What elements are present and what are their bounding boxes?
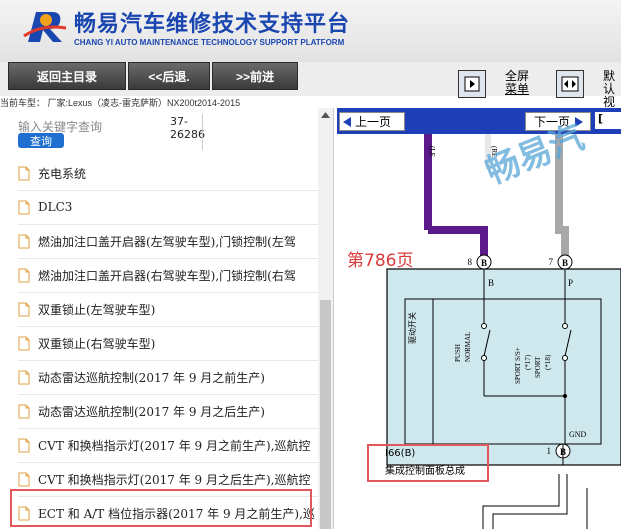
- header-bar: 畅易汽车维修技术支持平台 CHANG YI AUTO MAINTENANCE T…: [0, 0, 621, 62]
- svg-text:NORMAL: NORMAL: [464, 332, 472, 362]
- back-button[interactable]: <<后退.: [128, 62, 210, 90]
- wire-color-left: B: [488, 278, 494, 288]
- document-icon: [18, 472, 30, 486]
- pin-left: 8: [468, 257, 473, 267]
- fullscreen-icon: [464, 76, 480, 92]
- document-icon: [18, 268, 30, 282]
- divider: [202, 114, 203, 150]
- svg-text:PUSH: PUSH: [454, 344, 462, 362]
- document-icon: [18, 336, 30, 350]
- list-item[interactable]: DLC3: [18, 190, 318, 225]
- pin-bottom: 1: [547, 446, 552, 456]
- list-item[interactable]: 双重锁止(左驾驶车型): [18, 292, 318, 327]
- list-item-label: CVT 和换档指示灯(2017 年 9 月之前生产),巡航控: [38, 438, 311, 453]
- document-icon: [18, 234, 30, 248]
- list-item-label: 双重锁止(左驾驶车型): [38, 302, 156, 317]
- svg-text:(*17): (*17): [524, 354, 532, 370]
- site-subtitle: CHANG YI AUTO MAINTENANCE TECHNOLOGY SUP…: [74, 38, 345, 47]
- scrollbar[interactable]: [318, 108, 333, 529]
- list-item[interactable]: 燃油加注口盖开启器(右驾驶车型),门锁控制(右驾: [18, 258, 318, 293]
- component-name: 集成控制面板总成: [385, 466, 465, 477]
- list-item-label: 充电系统: [38, 166, 87, 181]
- svg-text:SPORT S/S+: SPORT S/S+: [514, 347, 522, 384]
- highlight-box: [10, 489, 312, 527]
- list-item-label: 双重锁止(右驾驶车型): [38, 336, 156, 351]
- search-button[interactable]: 查询: [18, 133, 64, 148]
- page-number: 第786页: [347, 251, 414, 271]
- svg-text:B: B: [562, 258, 568, 268]
- list-item-label: DLC3: [38, 200, 73, 214]
- prev-page-button[interactable]: 上一页: [339, 112, 405, 131]
- vehicle-info: 当前车型： 厂家:Lexus（凌志-雷克萨斯）NX200t2014-2015: [0, 98, 241, 108]
- list-item[interactable]: 燃油加注口盖开启器(左驾驶车型),门锁控制(左驾: [18, 224, 318, 259]
- arrow-left-icon: [343, 116, 351, 127]
- logo-icon: [23, 12, 67, 42]
- document-icon: [18, 370, 30, 384]
- fullscreen-label[interactable]: 全屏 菜单: [505, 70, 529, 96]
- mode-switch-label: 驱动开关: [407, 312, 417, 344]
- fullscreen-menu-button[interactable]: [458, 70, 486, 98]
- list-item[interactable]: 充电系统: [18, 156, 318, 191]
- document-icon: [18, 404, 30, 418]
- wire-label-left: (LE: [428, 146, 436, 157]
- default-view-icon: [561, 76, 579, 92]
- document-icon: [18, 302, 30, 316]
- document-icon: [18, 438, 30, 452]
- site-title: 畅易汽车维修技术支持平台: [74, 12, 351, 37]
- diagram-panel: 上一页 下一页 [ (LE (RE B B B 8 7 1 B P: [337, 108, 621, 529]
- left-panel: 输入关键字查询 查询 37- 26286 充电系统 DLC3 燃油加注口盖开启器(左…: [0, 108, 334, 529]
- component-code: I66(B): [385, 448, 416, 459]
- svg-text:(*18): (*18): [544, 354, 552, 370]
- list-item[interactable]: 双重锁止(右驾驶车型): [18, 326, 318, 361]
- list-item[interactable]: 动态雷达巡航控制(2017 年 9 月之后生产): [18, 394, 318, 429]
- forward-button[interactable]: >>前进: [212, 62, 298, 90]
- wire-color-right: P: [568, 278, 573, 288]
- list-item[interactable]: CVT 和换档指示灯(2017 年 9 月之前生产),巡航控: [18, 428, 318, 463]
- default-view-button[interactable]: [556, 70, 584, 98]
- list-item-label: CVT 和换档指示灯(2017 年 9 月之后生产),巡航控: [38, 472, 311, 487]
- list-item[interactable]: 动态雷达巡航控制(2017 年 9 月之前生产): [18, 360, 318, 395]
- scroll-up-icon[interactable]: [321, 112, 330, 118]
- page-jump-field[interactable]: [: [595, 112, 621, 129]
- pin-right: 7: [549, 257, 554, 267]
- page-range: 37- 26286: [170, 115, 205, 141]
- list-item-label: 动态雷达巡航控制(2017 年 9 月之后生产): [38, 404, 265, 419]
- document-icon: [18, 166, 30, 180]
- ground-label: GND: [569, 430, 587, 439]
- list-item-label: 动态雷达巡航控制(2017 年 9 月之前生产): [38, 370, 265, 385]
- scroll-thumb[interactable]: [320, 300, 331, 529]
- document-icon: [18, 200, 30, 214]
- svg-text:B: B: [481, 258, 487, 268]
- list-item-label: 燃油加注口盖开启器(左驾驶车型),门锁控制(左驾: [38, 234, 296, 249]
- back-to-main-button[interactable]: 返回主目录: [8, 62, 126, 90]
- list-item-label: 燃油加注口盖开启器(右驾驶车型),门锁控制(右驾: [38, 268, 296, 283]
- svg-text:SPORT: SPORT: [534, 356, 542, 378]
